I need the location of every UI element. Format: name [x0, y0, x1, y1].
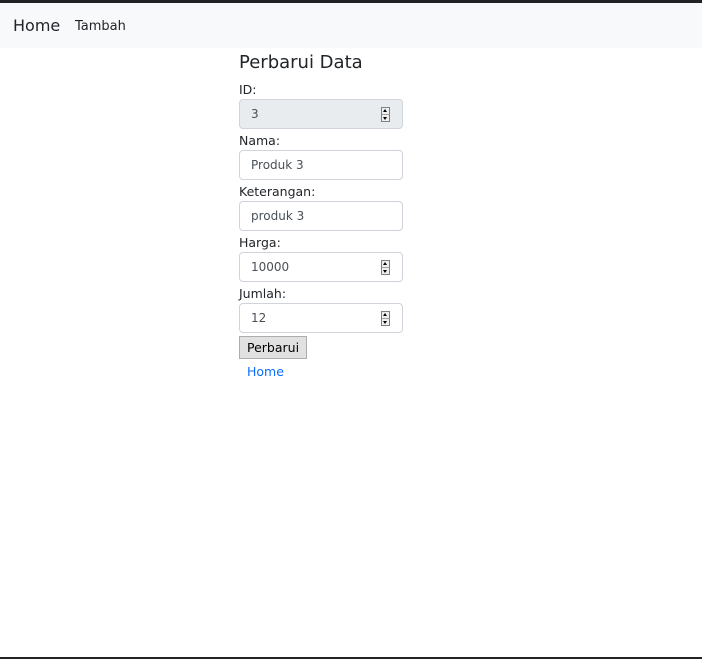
nama-label: Nama: — [239, 133, 281, 148]
spinner-down-icon[interactable] — [382, 115, 389, 121]
harga-value: 10000 — [251, 260, 290, 274]
jumlah-input[interactable]: 12 — [239, 303, 403, 333]
navbar-brand-home[interactable]: Home — [13, 16, 60, 36]
jumlah-value: 12 — [251, 311, 267, 325]
spinner-up-icon[interactable] — [382, 261, 389, 268]
field-group-harga: Harga: 10000 — [239, 235, 403, 282]
field-group-keterangan: Keterangan: produk 3 — [239, 184, 403, 231]
spinner-down-icon[interactable] — [382, 319, 389, 325]
field-group-jumlah: Jumlah: 12 — [239, 286, 403, 333]
id-spinner[interactable] — [381, 107, 390, 122]
harga-spinner[interactable] — [381, 260, 390, 275]
jumlah-spinner[interactable] — [381, 311, 390, 326]
nav-link-tambah[interactable]: Tambah — [75, 18, 126, 35]
nama-value: Produk 3 — [251, 158, 304, 172]
navbar: Home Tambah — [0, 3, 702, 48]
harga-input[interactable]: 10000 — [239, 252, 403, 282]
id-label: ID: — [239, 82, 257, 97]
spinner-up-icon[interactable] — [382, 312, 389, 319]
spinner-down-icon[interactable] — [382, 268, 389, 274]
perbarui-button[interactable]: Perbarui — [239, 336, 308, 359]
home-link[interactable]: Home — [247, 364, 403, 380]
jumlah-label: Jumlah: — [239, 286, 287, 301]
keterangan-input[interactable]: produk 3 — [239, 201, 403, 231]
nama-input[interactable]: Produk 3 — [239, 150, 403, 180]
id-input[interactable]: 3 — [239, 99, 403, 129]
browser-viewport: Home Tambah Perbarui Data ID: 3 Nama: Pr… — [0, 3, 702, 657]
keterangan-label: Keterangan: — [239, 184, 316, 199]
update-form: Perbarui Data ID: 3 Nama: Produk 3 Keter… — [239, 48, 403, 380]
harga-label: Harga: — [239, 235, 281, 250]
spinner-up-icon[interactable] — [382, 108, 389, 115]
keterangan-value: produk 3 — [251, 209, 305, 223]
field-group-nama: Nama: Produk 3 — [239, 133, 403, 180]
page-title: Perbarui Data — [239, 52, 363, 73]
field-group-id: ID: 3 — [239, 82, 403, 129]
id-value: 3 — [251, 107, 259, 121]
